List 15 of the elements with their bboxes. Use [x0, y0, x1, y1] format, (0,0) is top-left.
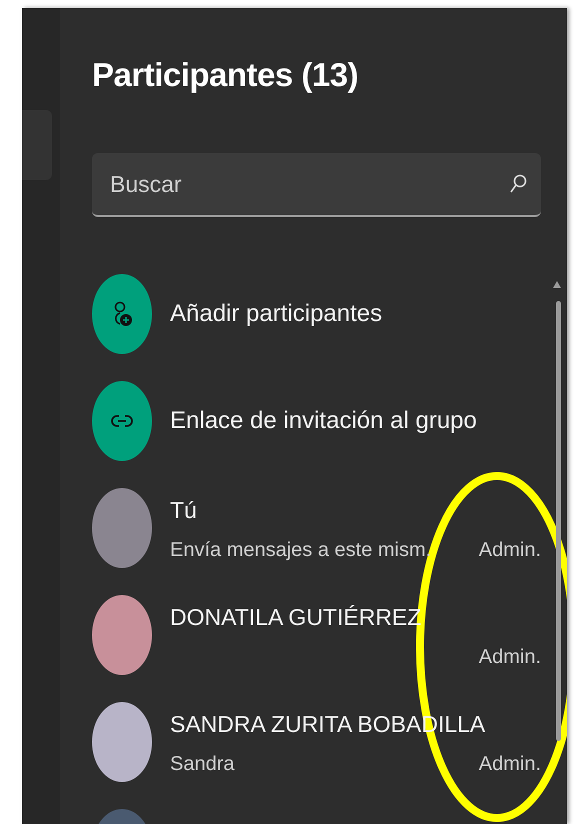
search-icon[interactable]: [509, 174, 527, 194]
scroll-up-icon[interactable]: [553, 280, 561, 288]
action-label[interactable]: Añadir participantes: [170, 300, 382, 328]
role-label: Admin.: [478, 539, 541, 562]
action-label[interactable]: Enlace de invitación al grupo: [170, 407, 477, 435]
participant-status: Envía mensajes a este mism.: [170, 539, 432, 562]
participant-status: Sandra: [170, 753, 234, 776]
scrollbar-thumb[interactable]: [556, 301, 561, 741]
role-label: Admin.: [478, 646, 541, 669]
link-icon: [111, 414, 133, 428]
search-input[interactable]: Buscar: [108, 170, 509, 198]
panel-title: Participantes (13): [92, 56, 360, 94]
participant-name: Tú: [170, 497, 197, 524]
role-label: Admin.: [478, 753, 541, 776]
search-field[interactable]: Buscar: [92, 153, 541, 217]
